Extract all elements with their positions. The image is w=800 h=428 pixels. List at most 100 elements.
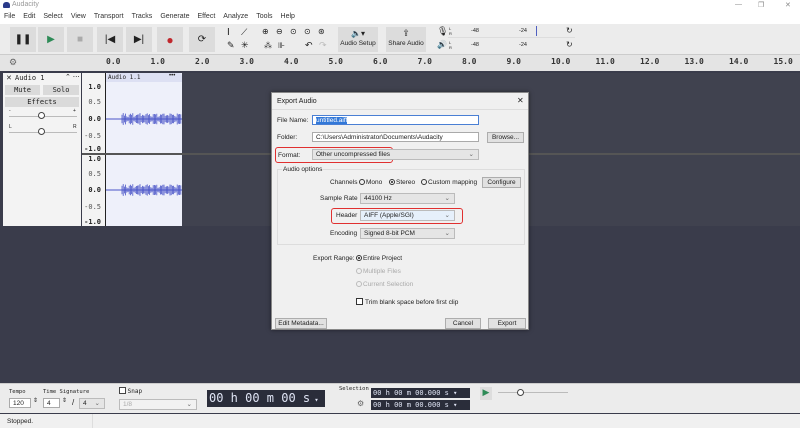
menu-tracks[interactable]: Tracks: [128, 11, 157, 24]
playback-speed-slider[interactable]: [498, 392, 568, 393]
draw-tool-icon[interactable]: ✎: [227, 40, 235, 51]
time-signature-label: Time Signature: [43, 389, 90, 395]
configure-button[interactable]: Configure: [482, 177, 521, 188]
chevron-down-icon: ⌄: [444, 230, 450, 237]
tempo-stepper-icon[interactable]: ⇕: [33, 397, 38, 404]
range-multiple-files-radio[interactable]: Multiple Files: [356, 268, 401, 275]
scale-label: 1.0: [88, 155, 101, 163]
range-entire-project-radio[interactable]: Entire Project: [356, 255, 402, 262]
selection-end[interactable]: 00 h 00 m 00.000 s ▾: [371, 400, 470, 410]
menu-edit[interactable]: Edit: [19, 11, 39, 24]
channel-mono-radio[interactable]: Mono: [359, 179, 382, 186]
fit-project-icon[interactable]: ⊙: [304, 27, 311, 36]
numerator-stepper-icon[interactable]: ⇕: [62, 397, 67, 404]
skip-start-button[interactable]: |◀: [97, 27, 123, 52]
tempo-input[interactable]: 120: [9, 398, 31, 408]
zoom-in-icon[interactable]: ⊕: [262, 27, 269, 36]
menu-analyze[interactable]: Analyze: [219, 11, 252, 24]
browse-button[interactable]: Browse...: [487, 132, 524, 143]
time-display[interactable]: 00 h 00 m 00 s ▾: [207, 390, 325, 407]
undo-icon[interactable]: ↶: [305, 40, 313, 51]
reset-meter-icon[interactable]: ↻: [566, 26, 573, 35]
snap-checkbox[interactable]: Snap: [119, 387, 142, 395]
menu-transport[interactable]: Transport: [90, 11, 128, 24]
stop-button[interactable]: ■: [67, 27, 93, 52]
export-button[interactable]: Export: [488, 318, 526, 329]
selection-start[interactable]: 00 h 00 m 00.000 s ▾: [371, 388, 470, 398]
track-name[interactable]: Audio 1: [15, 74, 45, 82]
skip-start-icon: |◀: [104, 34, 116, 45]
zoom-toggle-icon[interactable]: ⊛: [318, 27, 325, 36]
ruler-tick-label: 3.0: [239, 57, 254, 66]
gain-slider-thumb[interactable]: [38, 112, 45, 119]
format-label: Format:: [278, 152, 301, 159]
reset-meter-icon[interactable]: ↻: [566, 40, 573, 49]
play-button[interactable]: ▶: [38, 27, 64, 52]
record-button[interactable]: ●: [157, 27, 183, 52]
radio-label: Mono: [366, 179, 383, 186]
timeline-settings-icon[interactable]: ⚙: [9, 57, 17, 68]
zoom-out-icon[interactable]: ⊖: [276, 27, 283, 36]
menu-tools[interactable]: Tools: [252, 11, 276, 24]
maximize-button[interactable]: ❐: [758, 1, 764, 9]
envelope-tool-icon[interactable]: ⟋: [241, 27, 247, 38]
menu-help[interactable]: Help: [277, 11, 299, 24]
edit-metadata-button[interactable]: Edit Metadata...: [275, 318, 327, 329]
selection-tool-icon[interactable]: I: [227, 27, 230, 38]
menu-view[interactable]: View: [67, 11, 90, 24]
timeline-ruler[interactable]: ⚙ 0.0 1.0 2.0 3.0 4.0 5.0 6.0 7.0 8.0 9.0 10.0 11.0…: [0, 55, 800, 71]
menu-file[interactable]: File: [0, 11, 19, 24]
fit-selection-icon[interactable]: ⊙: [290, 27, 297, 36]
header-value: AIFF (Apple/SGI): [364, 212, 414, 219]
close-window-button[interactable]: ✕: [785, 1, 791, 9]
menu-select[interactable]: Select: [39, 11, 66, 24]
play-at-speed-button[interactable]: ▶: [480, 387, 492, 400]
pause-button[interactable]: ❚❚: [10, 27, 36, 52]
cancel-button[interactable]: Cancel: [445, 318, 481, 329]
selection-settings-icon[interactable]: ⚙: [357, 399, 364, 408]
collapse-track-icon[interactable]: ⌃ ⋯: [65, 73, 80, 81]
playback-meter[interactable]: L R -48 -24 ↻: [448, 40, 575, 52]
sample-rate-select[interactable]: 44100 Hz ⌄: [360, 193, 455, 204]
snap-value: 1/8: [123, 401, 133, 408]
ruler-tick-label: 0.0: [106, 57, 121, 66]
audio-setup-button[interactable]: 🔈▾ Audio Setup: [338, 27, 378, 52]
channel-custom-radio[interactable]: Custom mapping: [421, 179, 477, 186]
minimize-button[interactable]: —: [735, 1, 742, 8]
loop-button[interactable]: ⟳: [189, 27, 215, 52]
share-audio-label: Share Audio: [388, 40, 424, 47]
audio-options-label: Audio options: [282, 166, 324, 173]
pan-slider-thumb[interactable]: [38, 128, 45, 135]
time-signature-denominator[interactable]: 4 ⌄: [79, 398, 105, 409]
menu-effect[interactable]: Effect: [194, 11, 220, 24]
time-signature-numerator[interactable]: 4: [43, 398, 60, 408]
folder-input[interactable]: C:\Users\Administrator\Documents\Audacit…: [312, 132, 479, 142]
mute-button[interactable]: Mute: [5, 85, 40, 95]
snap-select[interactable]: 1/8 ⌄: [119, 399, 197, 410]
menu-generate[interactable]: Generate: [156, 11, 193, 24]
radio-label: Custom mapping: [428, 179, 478, 186]
trim-checkbox[interactable]: Trim blank space before first clip: [356, 298, 458, 306]
file-name-input[interactable]: untitled.aiff: [312, 115, 479, 125]
range-current-selection-radio[interactable]: Current Selection: [356, 281, 413, 288]
close-dialog-icon[interactable]: ✕: [517, 96, 524, 105]
channel-stereo-radio[interactable]: Stereo: [389, 179, 415, 186]
radio-selected-icon: [356, 255, 362, 261]
multi-tool-icon[interactable]: ✳: [241, 40, 249, 51]
redo-icon[interactable]: ↷: [319, 40, 327, 51]
record-meter[interactable]: L R -48 -24 ↻: [448, 26, 575, 38]
trim-icon[interactable]: ⁂: [264, 41, 272, 50]
audio-clip[interactable]: Audio 1.1 •••: [106, 73, 182, 226]
silence-icon[interactable]: ⊪: [278, 41, 285, 50]
skip-end-button[interactable]: ▶|: [126, 27, 152, 52]
waveform: [106, 113, 182, 196]
encoding-select[interactable]: Signed 8-bit PCM ⌄: [360, 228, 455, 239]
header-select[interactable]: AIFF (Apple/SGI) ⌄: [360, 210, 455, 221]
share-audio-button[interactable]: ⇪ Share Audio: [386, 27, 426, 52]
solo-button[interactable]: Solo: [43, 85, 79, 95]
stop-icon: ■: [76, 34, 84, 45]
effects-button[interactable]: Effects: [5, 97, 79, 107]
close-track-icon[interactable]: ✕: [6, 74, 12, 82]
playback-speed-thumb[interactable]: [517, 389, 524, 396]
format-select[interactable]: Other uncompressed files ⌄: [312, 149, 479, 160]
